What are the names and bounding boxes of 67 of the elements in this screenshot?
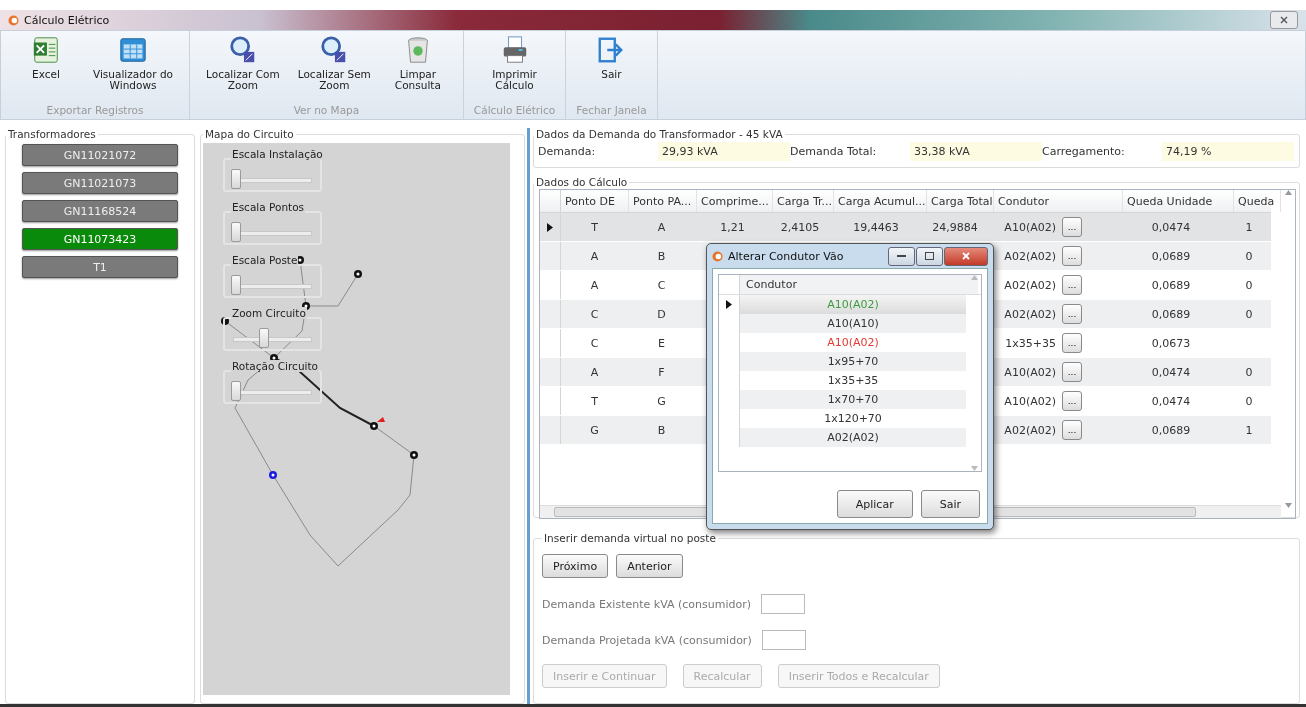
- table-cell: A10(A02): [1004, 365, 1056, 379]
- table-cell: 0: [1245, 365, 1253, 379]
- slider-label: Escala Instalação: [231, 148, 324, 160]
- slider-label: Escala Poste: [231, 254, 299, 266]
- ribbon-group-label: Ver no Mapa: [293, 104, 360, 118]
- table-cell: B: [657, 423, 666, 437]
- table-cell: 1: [1245, 220, 1253, 234]
- table-cell: A: [657, 220, 666, 234]
- table-cell: A02(A02): [1004, 307, 1056, 321]
- table-cell: 24,9884: [932, 220, 978, 234]
- panel-title: Dados do Cálculo: [535, 176, 629, 188]
- slider-label: Zoom Circuito: [231, 307, 307, 319]
- table-cell: 0,0474: [1151, 365, 1191, 379]
- table-cell: 19,4463: [853, 220, 899, 234]
- slider-label: Escala Pontos: [231, 201, 306, 213]
- table-cell: G: [657, 394, 666, 408]
- table-cell: A02(A02): [1004, 423, 1056, 437]
- panel-title: Inserir demanda virtual no poste: [543, 532, 717, 544]
- ribbon-group-label: Cálculo Elétrico: [473, 104, 556, 118]
- table-cell: A10(A02): [1004, 394, 1056, 408]
- table-cell: C: [590, 336, 599, 350]
- table-cell: A02(A02): [1004, 278, 1056, 292]
- slider-label: Rotação Circuito: [231, 360, 319, 372]
- panel-title: Mapa do Circuito: [204, 128, 295, 140]
- table-cell: A: [590, 278, 599, 292]
- table-cell: 0: [1245, 394, 1253, 408]
- table-cell: 0,0689: [1151, 278, 1191, 292]
- table-cell: 0,0689: [1151, 249, 1191, 263]
- field-label: Demanda Existente kVA (consumidor): [542, 597, 752, 611]
- field-value: 29,93 kVA: [658, 142, 790, 161]
- table-cell: 2,4105: [780, 220, 820, 234]
- table-cell: 0,0474: [1151, 220, 1191, 234]
- table-cell: 0,0689: [1151, 423, 1191, 437]
- field-value: 74,19 %: [1162, 142, 1294, 161]
- table-cell: 1,21: [720, 220, 745, 234]
- table-cell: A02(A02): [1004, 249, 1056, 263]
- table-cell: A10(A02): [1004, 220, 1056, 234]
- table-cell: 0: [1245, 249, 1253, 263]
- window-title: Cálculo Elétrico: [24, 13, 110, 27]
- field-value: 33,38 kVA: [910, 142, 1042, 161]
- ribbon-group-label: Exportar Registros: [46, 104, 144, 118]
- panel-title: Dados da Demanda do Transformador - 45 kVA: [535, 128, 784, 140]
- table-cell: 1x35+35: [1005, 336, 1056, 350]
- table-cell: G: [590, 423, 599, 437]
- field-label: Demanda:: [538, 145, 597, 158]
- table-cell: 0,0474: [1151, 394, 1191, 408]
- field-label: Demanda Total:: [790, 145, 878, 158]
- table-cell: T: [591, 394, 598, 408]
- table-cell: C: [657, 278, 666, 292]
- table-cell: 0: [1245, 278, 1253, 292]
- table-cell: C: [590, 307, 599, 321]
- table-cell: F: [658, 365, 665, 379]
- dialog-title: Alterar Condutor Vão: [728, 249, 844, 263]
- ribbon-group-label: Fechar Janela: [576, 104, 647, 118]
- table-cell: T: [591, 220, 598, 234]
- table-cell: E: [658, 336, 665, 350]
- field-label: Demanda Projetada kVA (consumidor): [542, 633, 752, 647]
- table-cell: A: [590, 365, 599, 379]
- table-cell: B: [657, 249, 666, 263]
- table-cell: 0,0689: [1151, 307, 1191, 321]
- panel-title: Transformadores: [7, 128, 97, 140]
- field-label: Carregamento:: [1042, 145, 1126, 158]
- table-cell: 1: [1245, 423, 1253, 437]
- table-cell: 0: [1245, 307, 1253, 321]
- table-cell: 0,0673: [1151, 336, 1191, 350]
- table-cell: A: [590, 249, 599, 263]
- table-cell: D: [657, 307, 666, 321]
